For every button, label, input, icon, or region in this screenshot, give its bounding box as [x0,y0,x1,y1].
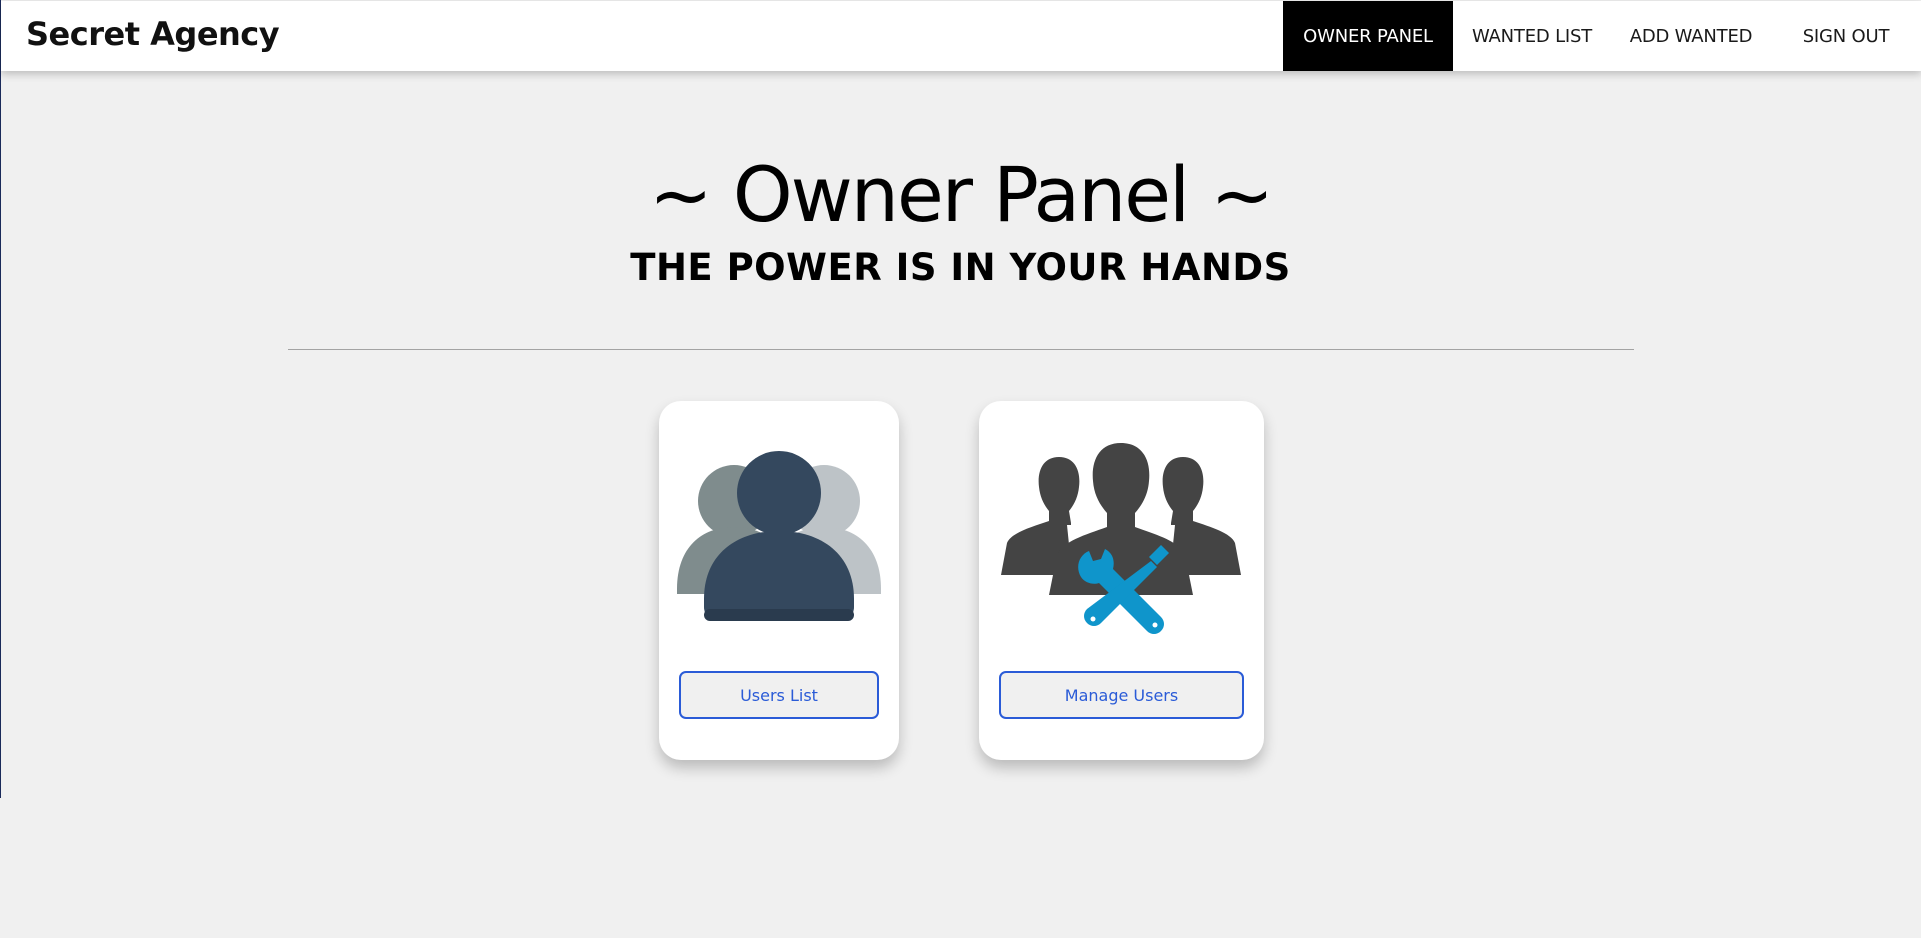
nav-menu: OWNER PANEL WANTED LIST ADD WANTED SIGN … [1283,1,1921,71]
users-group-icon [677,451,881,621]
users-list-button[interactable]: Users List [679,671,879,719]
section-divider [288,349,1634,350]
nav-item-sign-out[interactable]: SIGN OUT [1771,1,1921,71]
manage-users-tools-icon [1001,443,1241,634]
page-subtitle: THE POWER IS IN YOUR HANDS [630,246,1291,289]
manage-users-card: Manage Users [979,401,1264,760]
nav-item-owner-panel[interactable]: OWNER PANEL [1283,1,1453,71]
top-navbar: Secret Agency OWNER PANEL WANTED LIST AD… [1,1,1921,71]
page-title: ~ Owner Panel ~ [648,150,1274,239]
users-list-card: Users List [659,401,899,760]
window-edge [0,0,1,798]
brand-logo[interactable]: Secret Agency [26,15,280,53]
manage-users-button[interactable]: Manage Users [999,671,1244,719]
nav-item-wanted-list[interactable]: WANTED LIST [1453,1,1611,71]
nav-item-add-wanted[interactable]: ADD WANTED [1611,1,1771,71]
